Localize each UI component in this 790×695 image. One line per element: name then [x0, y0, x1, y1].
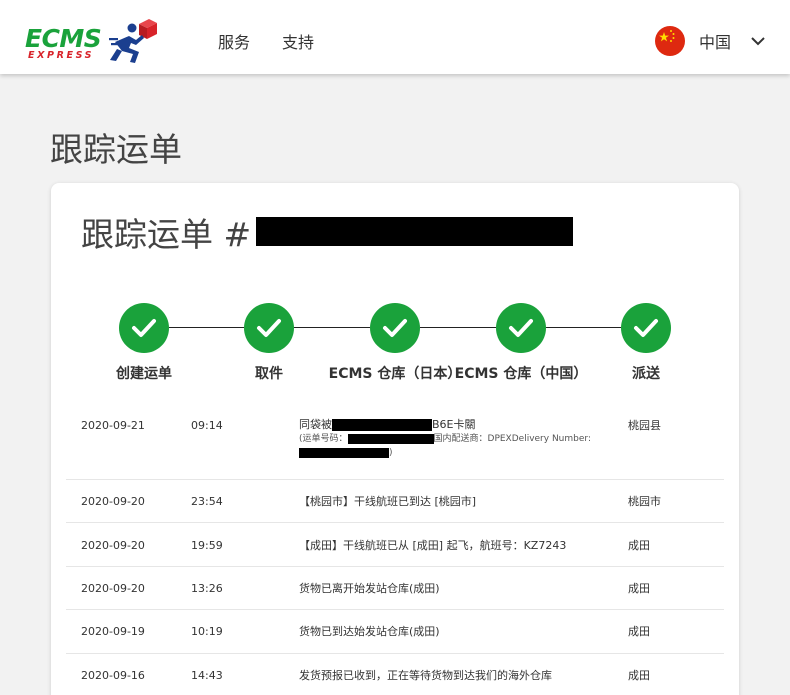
event-location: 桃园市: [628, 495, 661, 508]
step-created-check-icon[interactable]: [119, 303, 169, 353]
event-description: 同袋被 B6E卡關 (运单号码： 国内配送商：DPEXDelivery Number…: [299, 418, 591, 460]
page-title: 跟踪运单: [50, 130, 182, 169]
event-date: 2020-09-20: [81, 495, 145, 508]
event-date: 2020-09-20: [81, 582, 145, 595]
logo-wordmark: ECMS: [25, 24, 102, 53]
language-selector-label[interactable]: 中国: [699, 33, 731, 53]
runner-with-box-icon: [109, 19, 157, 63]
event-location: 成田: [628, 539, 650, 552]
step-connector: [169, 327, 244, 328]
tracking-event-row: 2020-09-20 13:26 货物已离开始发站仓库(成田) 成田: [66, 567, 724, 610]
tracking-event-row: 2020-09-20 23:54 【桃园市】干线航班已到达 [桃园市] 桃园市: [66, 480, 724, 523]
step-label-delivery: 派送: [632, 366, 660, 382]
event-time: 09:14: [191, 419, 223, 432]
event-time: 10:19: [191, 625, 223, 638]
logo-subtitle: EXPRESS: [28, 50, 95, 61]
step-label-warehouse-japan: ECMS 仓库（日本）: [328, 366, 462, 382]
step-label-created: 创建运单: [116, 366, 172, 382]
event-date: 2020-09-21: [81, 419, 145, 432]
tracking-event-row: 2020-09-16 14:43 发货预报已收到，正在等待货物到达我们的海外仓库…: [66, 654, 724, 695]
event-location: 成田: [628, 582, 650, 595]
step-delivery-check-icon[interactable]: [621, 303, 671, 353]
redacted-waybill-number: [347, 433, 434, 444]
event-date: 2020-09-20: [81, 539, 145, 552]
event-description: 【成田】干线航班已从 [成田] 起飞，航班号：KZ7243: [299, 539, 567, 552]
step-connector: [420, 327, 496, 328]
event-time: 19:59: [191, 539, 223, 552]
event-sub-prefix: (运单号码：: [299, 434, 348, 444]
event-time: 14:43: [191, 669, 223, 682]
event-description: 【桃园市】干线航班已到达 [桃园市]: [299, 495, 477, 508]
redacted-delivery-number: [299, 447, 389, 458]
event-sub-end: ): [389, 448, 393, 458]
nav-support[interactable]: 支持: [282, 33, 314, 53]
event-description: 货物已离开始发站仓库(成田): [299, 582, 440, 595]
nav-services[interactable]: 服务: [218, 33, 250, 53]
event-sub-middle: 国内配送商：DPEXDelivery Number:: [433, 434, 591, 444]
step-warehouse-china-check-icon[interactable]: [496, 303, 546, 353]
step-warehouse-japan-check-icon[interactable]: [370, 303, 420, 353]
top-header: ECMS EXPRESS 服务 支持 中国: [0, 0, 790, 74]
event-time: 23:54: [191, 495, 223, 508]
tracking-card: 跟踪运单 # 创建运单 取件 ECMS 仓库（日本） ECMS 仓库（中国） 派…: [51, 183, 739, 695]
event-location: 成田: [628, 625, 650, 638]
event-location: 桃园县: [628, 419, 661, 432]
card-title: 跟踪运单 #: [81, 215, 252, 254]
event-desc-suffix: B6E卡關: [432, 418, 476, 431]
redacted-tracking-number: [256, 217, 573, 246]
step-label-pickup: 取件: [255, 366, 283, 382]
event-time: 13:26: [191, 582, 223, 595]
tracking-event-row: 2020-09-20 19:59 【成田】干线航班已从 [成田] 起飞，航班号：…: [66, 523, 724, 567]
china-flag-icon[interactable]: [655, 26, 685, 56]
ecms-express-logo[interactable]: ECMS EXPRESS: [25, 18, 157, 64]
step-connector: [294, 327, 370, 328]
event-location: 成田: [628, 669, 650, 682]
redacted-bag-id: [332, 419, 432, 431]
step-pickup-check-icon[interactable]: [244, 303, 294, 353]
event-date: 2020-09-16: [81, 669, 145, 682]
event-description: 发货预报已收到，正在等待货物到达我们的海外仓库: [299, 669, 552, 682]
event-description: 货物已到达始发站仓库(成田): [299, 625, 440, 638]
step-label-warehouse-china: ECMS 仓库（中国）: [454, 366, 588, 382]
chevron-down-icon[interactable]: [749, 32, 767, 50]
tracking-event-row: 2020-09-21 09:14 同袋被 B6E卡關 (运单号码： 国内配送商：DP…: [66, 403, 724, 480]
event-date: 2020-09-19: [81, 625, 145, 638]
tracking-event-row: 2020-09-19 10:19 货物已到达始发站仓库(成田) 成田: [66, 610, 724, 654]
tracking-events-list: 2020-09-21 09:14 同袋被 B6E卡關 (运单号码： 国内配送商：DP…: [66, 403, 724, 695]
event-desc-prefix: 同袋被: [299, 418, 332, 431]
step-connector: [546, 327, 621, 328]
